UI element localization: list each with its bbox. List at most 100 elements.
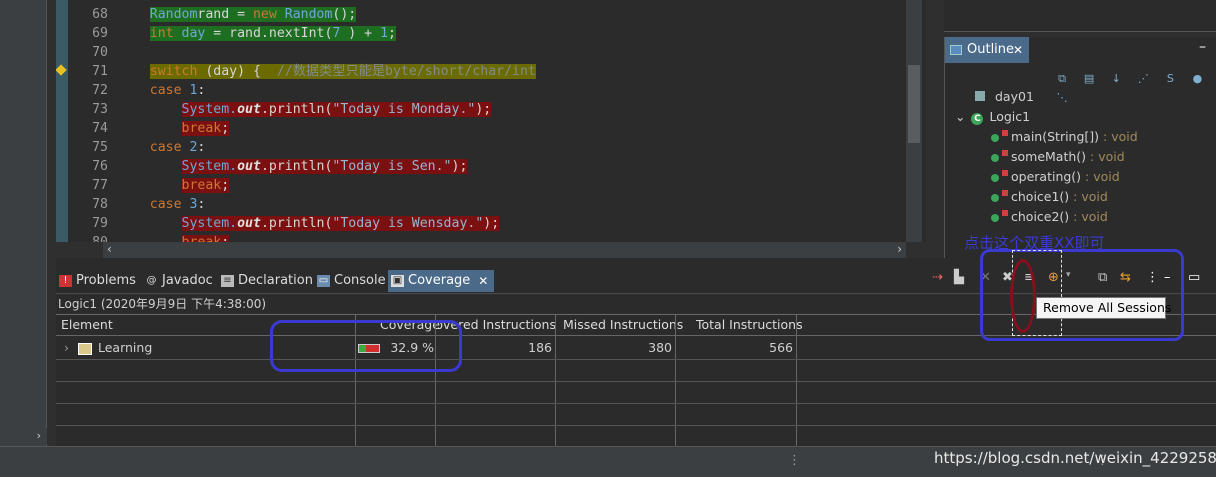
element-name: Learning [98, 340, 153, 355]
coverage-marker-icon [1002, 210, 1008, 216]
tree-item-method[interactable]: choice2() : void [991, 207, 1108, 227]
tree-item-method[interactable]: main(String[]) : void [991, 127, 1138, 147]
line-number: 75 [92, 140, 108, 155]
hide-static-icon[interactable]: S [1163, 72, 1177, 86]
tab-label: Javadoc [162, 273, 213, 288]
tree-item-method[interactable]: choice1() : void [991, 187, 1108, 207]
code-text: case 2: [149, 140, 206, 155]
tree-item-method[interactable]: someMath() : void [991, 147, 1125, 167]
hide-nonpublic-icon[interactable]: ● [1190, 72, 1204, 86]
line-number: 74 [92, 121, 108, 136]
code-line[interactable]: 75 case 2: [68, 138, 926, 157]
total-instructions-value: 566 [769, 340, 793, 355]
code-line[interactable]: 74 break; [68, 119, 926, 138]
row-divider [56, 381, 1216, 382]
coverage-marker-icon [1002, 190, 1008, 196]
method-name: operating() [1011, 169, 1082, 184]
header-missed-instructions[interactable]: Missed Instructions [563, 315, 683, 337]
editor-vscroll-thumb[interactable] [908, 65, 920, 143]
package-icon [975, 91, 985, 101]
code-line[interactable]: 77 break; [68, 176, 926, 195]
code-text: int day = rand.nextInt(7 ) + 1; [149, 26, 396, 41]
code-text: Randomrand = new Random(); [149, 7, 357, 22]
tab-coverage[interactable]: ▣ Coverage ✕ [388, 270, 495, 292]
left-panel-hscrollbar[interactable]: › [0, 428, 47, 444]
row-divider [56, 425, 1216, 426]
link-editor-icon[interactable]: ▤ [1082, 72, 1096, 86]
line-number: 68 [92, 7, 108, 22]
code-line[interactable]: 78 case 3: [68, 195, 926, 214]
project-icon [78, 337, 92, 359]
code-line[interactable]: 68 Randomrand = new Random(); [68, 5, 926, 24]
relaunch-icon[interactable]: ⇢ [932, 270, 943, 285]
code-line[interactable]: 72 case 1: [68, 81, 926, 100]
close-icon[interactable]: ✕ [478, 270, 488, 292]
row-divider [56, 403, 1216, 404]
tab-label: Problems [76, 273, 136, 288]
editor-vscrollbar[interactable] [906, 0, 922, 242]
scroll-right-icon[interactable]: › [897, 242, 902, 256]
tree-item-method[interactable]: operating() : void [991, 167, 1120, 187]
chevron-down-icon[interactable]: ⌄ [955, 109, 965, 124]
code-line[interactable]: 80 break; [68, 233, 926, 242]
tree-item-class[interactable]: ⌄ C Logic1 [955, 107, 1030, 127]
export-icon[interactable]: ▙ [954, 270, 964, 285]
left-panel [0, 0, 47, 446]
scroll-right-icon[interactable]: › [37, 429, 41, 442]
tab-console[interactable]: ▭ Console [314, 270, 386, 292]
watermark-text: https://blog.csdn.net/weixin_42292586 [934, 449, 1216, 467]
editor-hscrollbar[interactable]: ‹ › [103, 242, 906, 258]
class-icon: C [971, 113, 984, 125]
maximize-icon[interactable]: ▭ [1188, 270, 1200, 285]
tree-item-package[interactable]: day01 [975, 87, 1034, 107]
tab-declaration[interactable]: ≡ Declaration [218, 270, 313, 292]
method-icon [991, 153, 999, 162]
close-icon[interactable]: ✕ [1013, 37, 1023, 63]
header-total-instructions[interactable]: Total Instructions [696, 315, 803, 337]
method-return: : void [1086, 149, 1125, 164]
status-separator: ⋮ [788, 453, 801, 468]
code-editor[interactable]: 68 Randomrand = new Random(); 69 int day … [56, 0, 926, 242]
method-name: choice2() [1011, 209, 1070, 224]
column-divider [796, 314, 797, 446]
minimize-icon[interactable]: – [1199, 39, 1206, 55]
collapse-all-icon[interactable]: ⧉ [1055, 72, 1069, 86]
method-return: : void [1099, 129, 1138, 144]
missed-instructions-value: 380 [648, 340, 672, 355]
at-icon: @ [146, 275, 157, 286]
code-line[interactable]: 70 [68, 43, 926, 62]
code-line[interactable]: 76 System.out.println("Today is Sen."); [68, 157, 926, 176]
method-icon [991, 173, 999, 182]
code-text: break; [118, 233, 230, 242]
row-divider [56, 359, 1216, 360]
header-element[interactable]: Element [61, 315, 113, 337]
method-return: : void [1081, 169, 1120, 184]
coverage-marker-icon [1002, 170, 1008, 176]
declaration-icon: ≡ [221, 275, 234, 287]
sort-icon[interactable]: ↓ [1109, 72, 1123, 86]
outline-toolbar: ⧉ ▤ ↓ ⋰ S ● ⋱ [1055, 67, 1216, 104]
method-return: : void [1069, 189, 1108, 204]
code-line[interactable]: 71 switch (day) { //数据类型只能是byte/short/ch… [68, 62, 926, 81]
code-text: break; [181, 178, 230, 193]
method-return: : void [1069, 209, 1108, 224]
code-line[interactable]: 73 System.out.println("Today is Monday."… [68, 100, 926, 119]
tree-item-label: Logic1 [989, 109, 1031, 124]
chevron-right-icon[interactable]: › [64, 337, 69, 359]
method-icon [991, 213, 999, 222]
tab-problems[interactable]: ! Problems [56, 270, 136, 292]
code-line[interactable]: 69 int day = rand.nextInt(7 ) + 1; [68, 24, 926, 43]
method-name: main(String[]) [1011, 129, 1100, 144]
scroll-left-icon[interactable]: ‹ [107, 242, 112, 256]
hide-fields-icon[interactable]: ⋰ [1136, 72, 1150, 86]
tab-label: Console [334, 273, 386, 288]
tab-outline[interactable]: Outline ✕ [945, 37, 1029, 63]
tab-javadoc[interactable]: @ Javadoc [142, 270, 213, 292]
line-number: 70 [92, 45, 108, 60]
hide-local-types-icon[interactable]: ⋱ [1055, 91, 1069, 105]
code-line[interactable]: 79 System.out.println("Today is Wensday.… [68, 214, 926, 233]
eclipse-window: › 68 Randomrand = new Random(); 69 int da… [0, 0, 1216, 477]
code-text: System.out.println("Today is Wensday."); [181, 216, 500, 231]
outline-view: Outline ✕ – ⧉ ▤ ↓ ⋰ S ● ⋱ day01 ⌄ C Logic1… [944, 37, 1216, 265]
annotation-box-coverage [270, 320, 462, 372]
